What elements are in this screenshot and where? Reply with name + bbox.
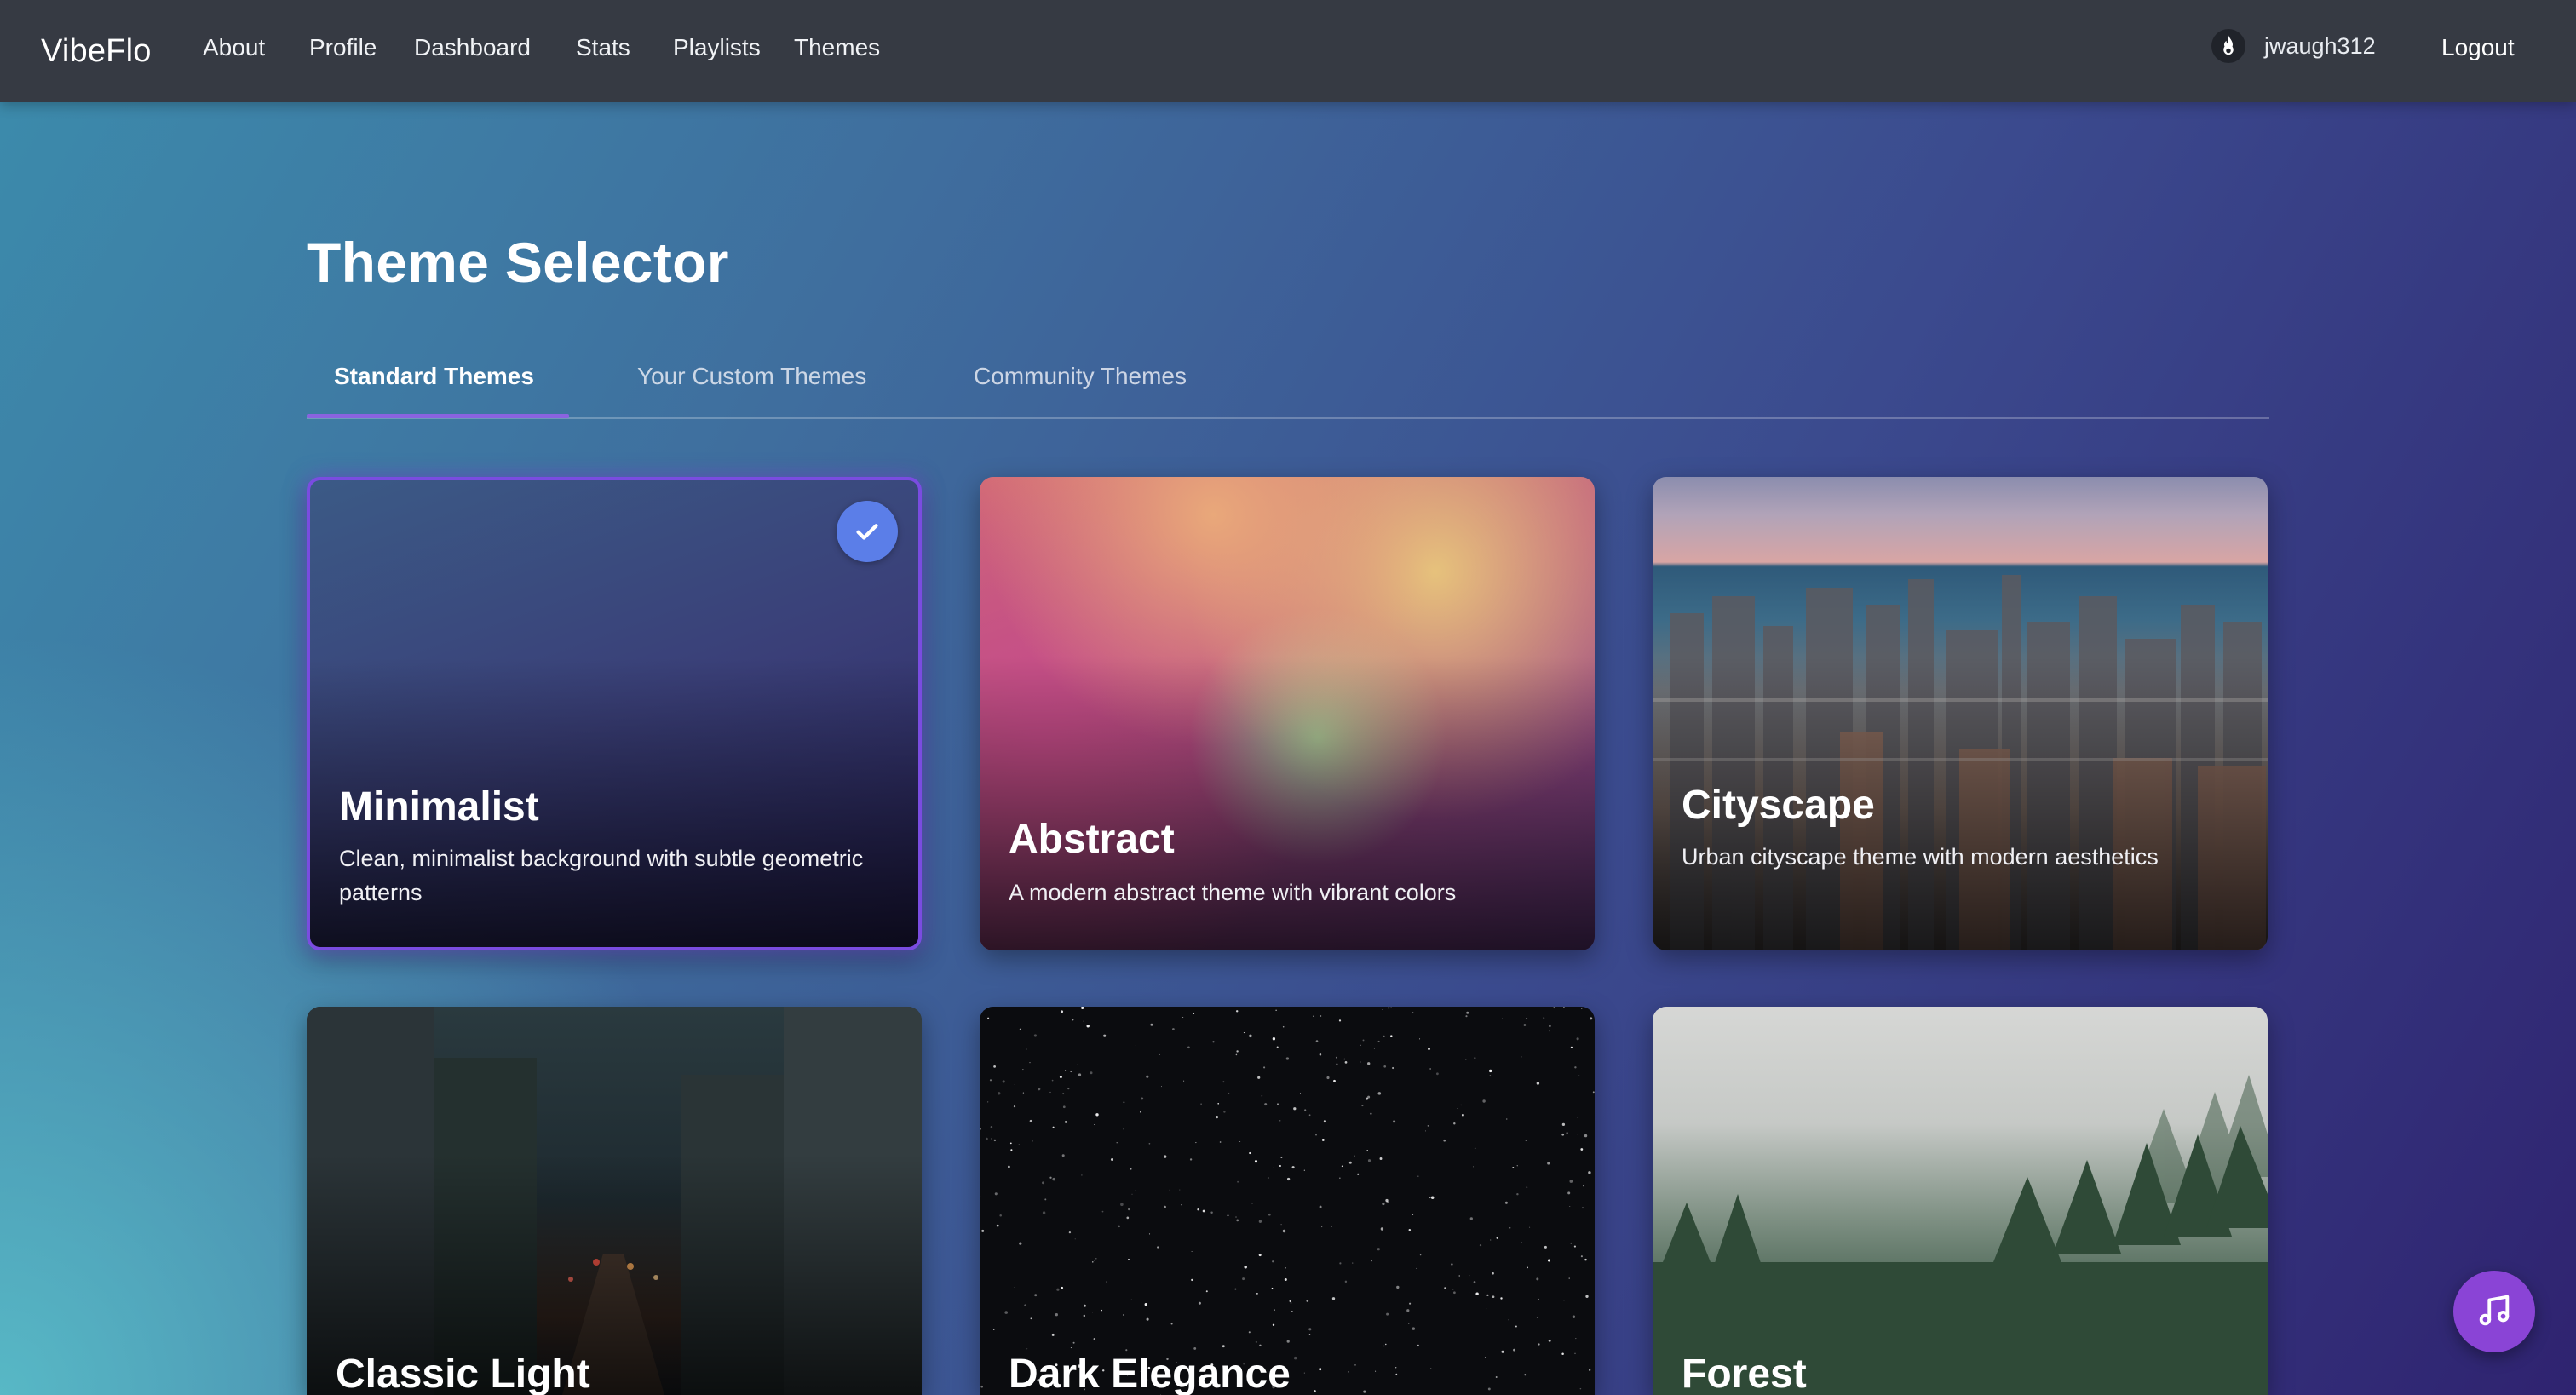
theme-card-minimalist[interactable]: Minimalist Clean, minimalist background …	[307, 477, 922, 950]
active-tab-indicator	[307, 414, 569, 418]
music-player-button[interactable]	[2453, 1271, 2535, 1352]
theme-card-cityscape[interactable]: Cityscape Urban cityscape theme with mod…	[1653, 477, 2268, 950]
theme-card-classic-light[interactable]: Classic Light	[307, 1007, 922, 1395]
theme-card-title: Cityscape	[1682, 783, 1875, 828]
nav-link-playlists[interactable]: Playlists	[673, 34, 761, 61]
nav-link-themes[interactable]: Themes	[794, 34, 880, 61]
theme-card-title: Dark Elegance	[1009, 1352, 1291, 1395]
theme-card-description: A modern abstract theme with vibrant col…	[1009, 880, 1457, 905]
theme-card-title: Forest	[1682, 1352, 1807, 1395]
theme-card-dark-elegance[interactable]: Dark Elegance	[980, 1007, 1595, 1395]
logout-button[interactable]: Logout	[2441, 34, 2515, 61]
top-navbar: VibeFlo About Profile Dashboard Stats Pl…	[0, 0, 2576, 102]
music-note-icon	[2475, 1290, 2514, 1334]
theme-card-forest[interactable]: Forest	[1653, 1007, 2268, 1395]
theme-card-description: Clean, minimalist background with subtle…	[339, 846, 864, 905]
flame-icon	[2211, 29, 2245, 63]
tab-custom-themes[interactable]: Your Custom Themes	[637, 363, 866, 390]
theme-card-title: Minimalist	[339, 784, 539, 830]
tab-standard-themes[interactable]: Standard Themes	[334, 363, 534, 390]
tab-community-themes[interactable]: Community Themes	[974, 363, 1187, 390]
forest-image	[1653, 1075, 2268, 1395]
page-title: Theme Selector	[307, 231, 729, 294]
checkmark-icon	[837, 501, 898, 562]
brand-logo[interactable]: VibeFlo	[41, 33, 152, 70]
username-label: jwaugh312	[2264, 32, 2376, 59]
theme-tabs: Standard Themes Your Custom Themes Commu…	[307, 341, 2269, 419]
theme-card-abstract[interactable]: Abstract A modern abstract theme with vi…	[980, 477, 1595, 950]
nav-link-stats[interactable]: Stats	[576, 34, 630, 61]
user-menu[interactable]: jwaugh312	[2211, 29, 2376, 63]
theme-card-title: Abstract	[1009, 817, 1175, 862]
starfield-image	[980, 1007, 1595, 1395]
nav-link-dashboard[interactable]: Dashboard	[414, 34, 531, 61]
theme-card-title: Classic Light	[336, 1352, 590, 1395]
nav-link-profile[interactable]: Profile	[309, 34, 377, 61]
theme-card-description: Urban cityscape theme with modern aesthe…	[1682, 844, 2159, 870]
nav-link-about[interactable]: About	[203, 34, 265, 61]
